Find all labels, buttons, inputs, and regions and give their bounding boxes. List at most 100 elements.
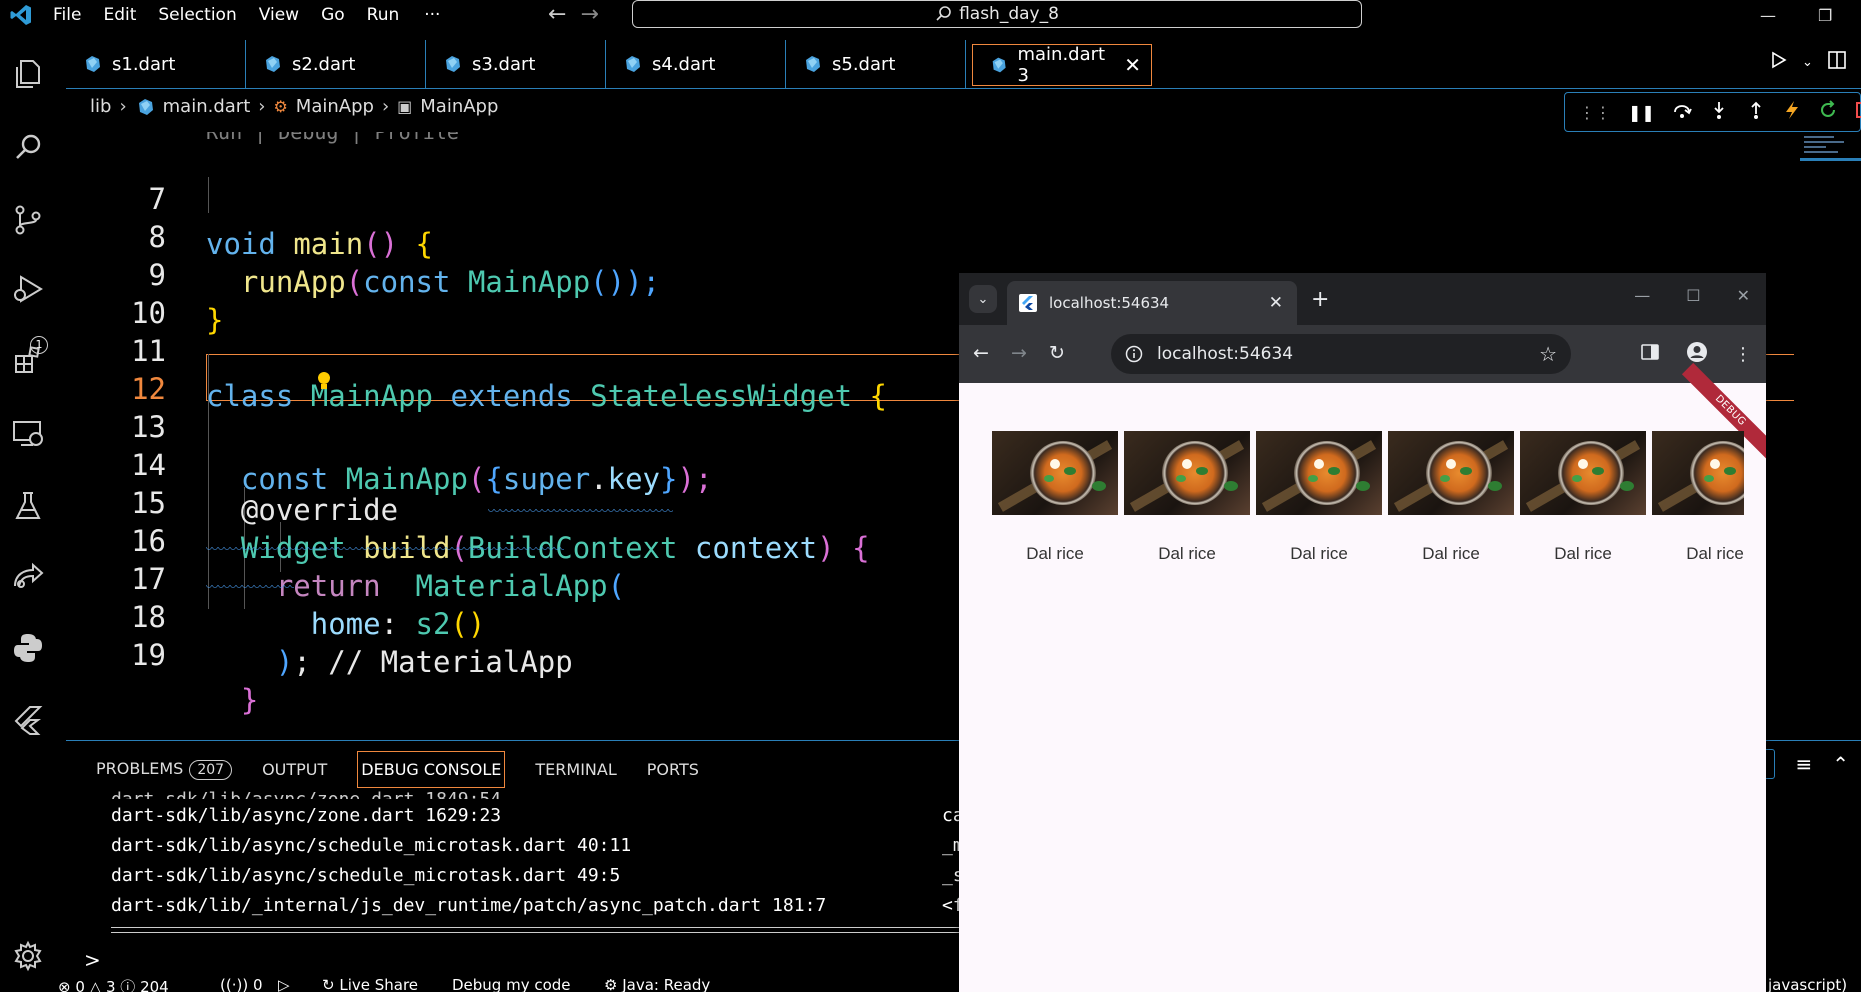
close-tab-icon[interactable]: ✕ xyxy=(1269,293,1283,313)
console-prompt[interactable]: > xyxy=(84,948,101,972)
dart-file-icon xyxy=(992,57,1006,73)
tab-s1[interactable]: s1.dart xyxy=(66,40,246,88)
tab-debug-console[interactable]: DEBUG CONSOLE xyxy=(357,751,506,788)
chevron-up-icon[interactable]: ⌃ xyxy=(1832,752,1849,776)
live-share-icon[interactable] xyxy=(8,558,48,598)
browser-tab[interactable]: localhost:54634 ✕ xyxy=(1007,281,1297,325)
word-wrap-icon[interactable]: ≡ xyxy=(1795,752,1812,776)
command-center-search[interactable]: flash_day_8 xyxy=(632,0,1362,28)
debug-status[interactable]: Debug my code xyxy=(452,978,571,992)
debug-toolbar: ⋮⋮ ❚❚ xyxy=(1564,92,1861,132)
breadcrumb-class[interactable]: MainApp xyxy=(296,96,374,117)
forward-arrow-icon[interactable]: → xyxy=(580,2,598,27)
minimize-button[interactable]: — xyxy=(1760,0,1776,30)
food-label: Dal rice xyxy=(1290,544,1348,561)
problems-status[interactable]: ⊗ 0 △ 3 ⓘ 204 xyxy=(58,978,169,992)
split-editor-icon[interactable] xyxy=(1827,50,1847,75)
chevron-down-icon[interactable]: ⌄ xyxy=(1802,55,1813,70)
dart-file-icon xyxy=(138,98,153,115)
breadcrumb-folder[interactable]: lib xyxy=(90,96,111,117)
source-control-icon[interactable] xyxy=(8,200,48,240)
menu-run[interactable]: Run xyxy=(356,0,411,30)
new-tab-plus-icon[interactable]: + xyxy=(1311,287,1329,312)
language-status[interactable]: javascript) xyxy=(1768,978,1847,992)
tab-ports[interactable]: PORTS xyxy=(647,760,699,779)
back-arrow-icon[interactable]: ← xyxy=(973,342,989,364)
dart-file-icon xyxy=(86,56,100,72)
live-share-status[interactable]: ↻ Live Share xyxy=(322,978,418,992)
debug-play-icon[interactable]: ▷ xyxy=(278,978,290,992)
food-horizontal-list[interactable]: Dal rice Dal rice Dal rice Dal rice Dal … xyxy=(992,431,1744,561)
menu-file[interactable]: File xyxy=(42,0,92,30)
maximize-button[interactable]: ☐ xyxy=(1686,286,1700,305)
list-item[interactable]: Dal rice xyxy=(1124,431,1250,561)
ports-status[interactable]: ((·)) 0 xyxy=(220,978,263,992)
browser-window: ⌄ localhost:54634 ✕ + — ☐ ✕ ← → ↻ localh… xyxy=(959,273,1766,992)
testing-flask-icon[interactable] xyxy=(8,486,48,526)
site-info-icon[interactable] xyxy=(1125,345,1143,363)
list-item[interactable]: Dal rice xyxy=(1520,431,1646,561)
address-bar[interactable]: localhost:54634 ☆ xyxy=(1111,334,1571,374)
extensions-icon[interactable] xyxy=(8,340,48,380)
breadcrumb-member[interactable]: MainApp xyxy=(420,96,498,117)
step-into-icon[interactable] xyxy=(1709,100,1729,124)
settings-gear-icon[interactable] xyxy=(8,936,48,976)
console-line: dart-sdk/lib/async/schedule_microtask.da… xyxy=(111,865,621,886)
remote-explorer-icon[interactable] xyxy=(8,414,48,454)
tab-s4[interactable]: s4.dart xyxy=(606,40,786,88)
run-play-icon[interactable] xyxy=(1768,50,1788,75)
explorer-icon[interactable] xyxy=(8,54,48,94)
profile-avatar-icon[interactable] xyxy=(1686,341,1708,368)
tab-search-chevron-icon[interactable]: ⌄ xyxy=(969,285,997,313)
minimize-button[interactable]: — xyxy=(1634,286,1650,305)
reload-icon[interactable]: ↻ xyxy=(1049,342,1065,364)
drag-handle-icon[interactable]: ⋮⋮ xyxy=(1579,103,1611,122)
list-item[interactable]: Dal rice xyxy=(992,431,1118,561)
tab-label: s4.dart xyxy=(652,53,716,75)
tab-output[interactable]: OUTPUT xyxy=(262,760,327,779)
menu-more-button[interactable]: ··· xyxy=(410,5,454,25)
food-label: Dal rice xyxy=(1158,544,1216,561)
tab-s5[interactable]: s5.dart xyxy=(786,40,966,88)
search-icon[interactable] xyxy=(8,128,48,168)
pause-icon[interactable]: ❚❚ xyxy=(1628,103,1655,122)
dal-rice-image xyxy=(1388,431,1514,515)
console-line: dart-sdk/lib/async/zone.dart 1629:23 xyxy=(111,805,502,826)
list-item[interactable]: Dal rice xyxy=(1652,431,1744,561)
forward-arrow-icon[interactable]: → xyxy=(1011,342,1027,364)
chevron-right-icon: › xyxy=(119,96,127,117)
tab-s2[interactable]: s2.dart xyxy=(246,40,426,88)
food-label: Dal rice xyxy=(1554,544,1612,561)
close-icon[interactable]: ✕ xyxy=(1124,53,1141,77)
tab-main-dart[interactable]: main.dart 3 ✕ xyxy=(972,44,1152,86)
restore-button[interactable]: ❐ xyxy=(1818,0,1832,30)
list-item[interactable]: Dal rice xyxy=(1256,431,1382,561)
breadcrumb-file[interactable]: main.dart xyxy=(163,96,251,117)
tab-s3[interactable]: s3.dart xyxy=(426,40,606,88)
menu-edit[interactable]: Edit xyxy=(92,0,147,30)
java-status[interactable]: ⚙ Java: Ready xyxy=(604,978,710,992)
menu-selection[interactable]: Selection xyxy=(147,0,247,30)
stop-icon[interactable] xyxy=(1855,101,1861,123)
workspace-name: flash_day_8 xyxy=(959,4,1059,24)
menu-view[interactable]: View xyxy=(248,0,310,30)
step-over-icon[interactable] xyxy=(1672,100,1692,124)
menu-go[interactable]: Go xyxy=(310,0,356,30)
run-debug-icon[interactable] xyxy=(8,270,48,310)
chevron-right-icon: › xyxy=(258,96,266,117)
tab-terminal[interactable]: TERMINAL xyxy=(535,760,616,779)
step-out-icon[interactable] xyxy=(1746,100,1766,124)
side-panel-icon[interactable] xyxy=(1640,343,1660,366)
flutter-icon[interactable] xyxy=(8,700,48,740)
minimap[interactable] xyxy=(1800,132,1861,172)
back-arrow-icon[interactable]: ← xyxy=(548,2,566,27)
hot-reload-lightning-icon[interactable] xyxy=(1783,100,1801,124)
list-item[interactable]: Dal rice xyxy=(1388,431,1514,561)
close-button[interactable]: ✕ xyxy=(1737,286,1750,305)
panel-tabs: PROBLEMS 207 OUTPUT DEBUG CONSOLE TERMINA… xyxy=(96,751,699,788)
tab-problems[interactable]: PROBLEMS 207 xyxy=(96,759,233,780)
restart-icon[interactable] xyxy=(1818,100,1838,124)
python-icon[interactable] xyxy=(8,628,48,668)
kebab-menu-icon[interactable]: ⋮ xyxy=(1734,344,1752,365)
bookmark-star-icon[interactable]: ☆ xyxy=(1539,342,1557,366)
